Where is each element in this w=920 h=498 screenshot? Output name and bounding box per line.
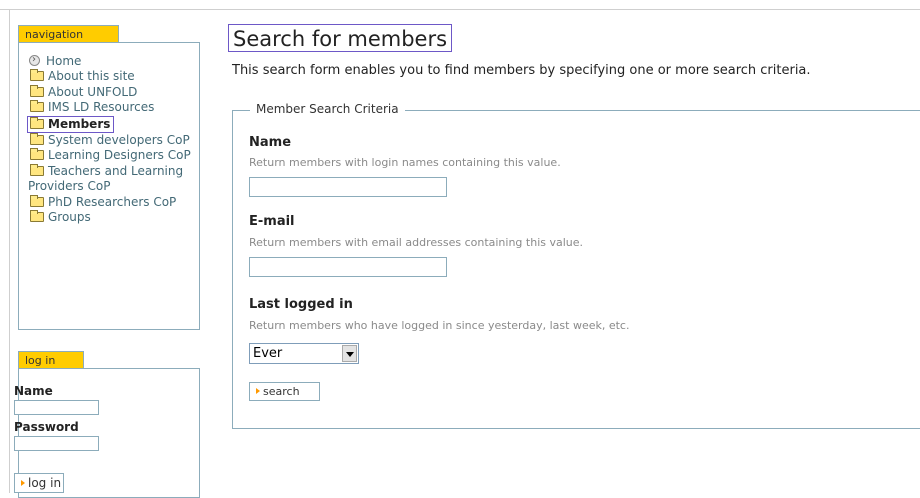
login-name-label: Name — [14, 384, 53, 398]
nav-item-label: PhD Researchers CoP — [48, 194, 177, 209]
chevron-down-icon[interactable] — [342, 345, 357, 362]
nav-item-label: System developers CoP — [48, 133, 190, 148]
login-name-input[interactable] — [14, 400, 99, 415]
login-button[interactable]: log in — [14, 473, 64, 493]
login-portlet-title: log in — [18, 351, 84, 368]
page-left-border — [9, 9, 10, 493]
last-logged-in-select[interactable]: Ever — [249, 343, 359, 364]
login-button-label: log in — [28, 476, 62, 490]
home-icon — [29, 52, 40, 67]
folder-icon — [30, 133, 44, 146]
name-input[interactable] — [249, 177, 447, 197]
navigation-portlet-title: navigation — [18, 25, 119, 42]
navigation-list: Home About this site About UNFOLD IMS LD… — [27, 52, 198, 225]
last-logged-in-selected: Ever — [253, 346, 283, 361]
nav-item-about-unfold[interactable]: About UNFOLD — [28, 84, 198, 100]
nav-item-label: Members — [48, 116, 111, 131]
email-field-label: E-mail — [249, 214, 295, 229]
email-input[interactable] — [249, 257, 447, 277]
name-field-help: Return members with login names containi… — [249, 156, 561, 169]
email-field-help: Return members with email addresses cont… — [249, 236, 584, 249]
intro-text: This search form enables you to find mem… — [232, 63, 811, 78]
nav-item-label: IMS LD Resources — [48, 100, 155, 115]
nav-item-home[interactable]: Home — [28, 52, 198, 69]
nav-item-ims-ld-resources[interactable]: IMS LD Resources — [28, 100, 198, 115]
navigation-portlet: Home About this site About UNFOLD IMS LD… — [18, 42, 200, 330]
nav-item-label: Teachers and Learning Providers CoP — [28, 163, 184, 194]
nav-item-phd-researchers-cop[interactable]: PhD Researchers CoP — [28, 194, 198, 210]
nav-item-about-this-site[interactable]: About this site — [28, 69, 198, 84]
nav-item-label: About this site — [48, 69, 135, 84]
folder-icon — [30, 194, 44, 207]
nav-item-teachers-cop[interactable]: Teachers and Learning Providers CoP — [28, 163, 198, 195]
nav-item-members[interactable]: Members — [27, 115, 115, 134]
folder-icon — [30, 84, 44, 97]
folder-icon — [30, 210, 44, 223]
folder-icon — [30, 100, 44, 113]
nav-item-label: Home — [46, 54, 82, 68]
nav-item-label: Learning Designers CoP — [48, 148, 191, 163]
nav-item-groups[interactable]: Groups — [28, 210, 198, 225]
nav-item-label: About UNFOLD — [48, 84, 138, 99]
folder-icon — [30, 148, 44, 161]
folder-icon — [30, 163, 44, 176]
last-logged-in-help: Return members who have logged in since … — [249, 319, 630, 332]
nav-item-learning-designers-cop[interactable]: Learning Designers CoP — [28, 148, 198, 163]
arrow-icon — [21, 480, 25, 486]
nav-item-system-developers-cop[interactable]: System developers CoP — [28, 133, 198, 148]
name-field-label: Name — [249, 135, 292, 150]
fieldset-legend: Member Search Criteria — [250, 102, 405, 116]
arrow-icon — [256, 388, 260, 394]
last-logged-in-label: Last logged in — [249, 297, 353, 312]
login-password-label: Password — [14, 420, 79, 434]
page-top-border — [0, 9, 920, 10]
nav-item-label: Groups — [48, 210, 91, 225]
search-button-label: search — [263, 385, 300, 398]
folder-icon — [30, 69, 44, 82]
search-button[interactable]: search — [249, 382, 320, 401]
page-title: Search for members — [228, 24, 453, 52]
folder-icon — [30, 116, 44, 129]
login-password-input[interactable] — [14, 436, 99, 451]
